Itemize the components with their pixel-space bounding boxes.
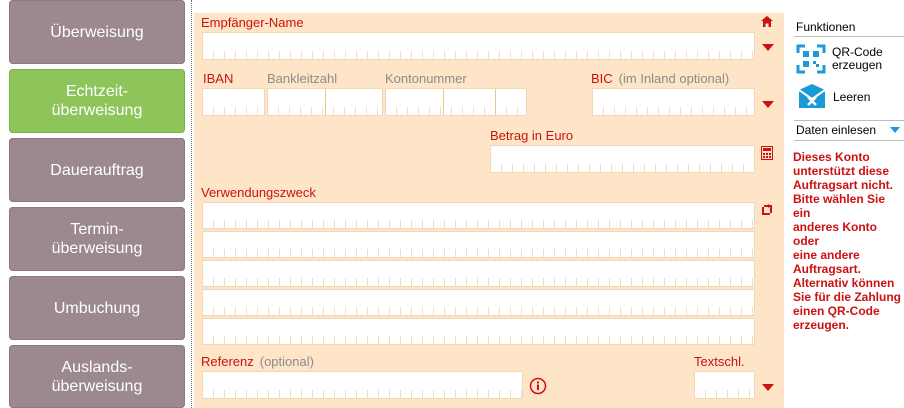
calculator-icon[interactable] bbox=[761, 146, 773, 160]
amount-label: Betrag in Euro bbox=[490, 128, 574, 143]
reference-field[interactable] bbox=[202, 371, 523, 399]
account-number-field[interactable] bbox=[385, 88, 527, 116]
bic-label: BIC (im Inland optional) bbox=[591, 71, 729, 86]
nav-button-umbuchung[interactable]: Umbuchung bbox=[9, 276, 185, 340]
account-number-label: Kontonummer bbox=[385, 71, 467, 86]
recipient-dropdown-icon[interactable] bbox=[762, 44, 774, 51]
purpose-line-3[interactable] bbox=[202, 260, 755, 287]
read-data-button[interactable]: Daten einlesen bbox=[796, 124, 876, 137]
bic-field[interactable] bbox=[592, 88, 755, 116]
bic-label-text: BIC bbox=[591, 71, 613, 86]
clear-envelope-icon[interactable] bbox=[797, 82, 827, 112]
functions-divider bbox=[794, 36, 904, 37]
account-warning-message: Dieses Konto unterstützt diese Auftragsa… bbox=[793, 150, 902, 332]
recipient-name-field[interactable] bbox=[202, 32, 755, 60]
home-icon[interactable] bbox=[760, 15, 774, 28]
swap-icon[interactable] bbox=[760, 203, 774, 217]
nav-label: Überweisung bbox=[50, 23, 144, 41]
blz-label: Bankleitzahl bbox=[267, 71, 338, 86]
nav-button-ueberweisung[interactable]: Überweisung bbox=[9, 0, 185, 64]
purpose-line-2[interactable] bbox=[202, 231, 755, 258]
iban-country-field[interactable] bbox=[202, 88, 265, 116]
reference-label: Referenz (optional) bbox=[201, 354, 314, 369]
nav-label: Auslands- überweisung bbox=[51, 358, 143, 395]
nav-label: Echtzeit- überweisung bbox=[51, 83, 143, 119]
reference-optional-hint: (optional) bbox=[259, 354, 314, 369]
iban-label: IBAN bbox=[203, 71, 234, 86]
purpose-line-1[interactable] bbox=[202, 202, 755, 229]
nav-label: Umbuchung bbox=[53, 299, 141, 317]
qr-code-button[interactable]: QR-Code erzeugen bbox=[832, 46, 883, 72]
purpose-line-4[interactable] bbox=[202, 289, 755, 316]
read-data-dropdown-icon[interactable] bbox=[890, 127, 900, 133]
nav-label: Dauerauftrag bbox=[50, 161, 144, 179]
text-key-label: Textschl. bbox=[694, 354, 745, 369]
blz-field[interactable] bbox=[267, 88, 383, 116]
clear-button[interactable]: Leeren bbox=[833, 91, 870, 104]
purpose-line-5[interactable] bbox=[202, 318, 755, 345]
nav-button-auslands-ueberweisung[interactable]: Auslands- überweisung bbox=[9, 345, 185, 408]
nav-button-echtzeit-ueberweisung[interactable]: Echtzeit- überweisung bbox=[9, 69, 185, 133]
nav-button-dauerauftrag[interactable]: Dauerauftrag bbox=[9, 138, 185, 202]
text-key-field[interactable] bbox=[694, 371, 755, 399]
amount-field[interactable] bbox=[490, 145, 755, 173]
info-icon[interactable] bbox=[529, 377, 547, 395]
bic-optional-hint: (im Inland optional) bbox=[618, 71, 730, 86]
account-separator bbox=[443, 89, 444, 115]
account-separator bbox=[495, 89, 496, 115]
transfer-form: Empfänger-Name IBAN Bankleitzahl Kontonu… bbox=[194, 13, 784, 408]
purpose-label: Verwendungszweck bbox=[201, 185, 316, 200]
functions-title: Funktionen bbox=[796, 20, 856, 34]
nav-label: Termin- überweisung bbox=[51, 221, 143, 257]
qr-code-icon[interactable] bbox=[796, 44, 826, 74]
read-data-divider bbox=[794, 120, 904, 121]
reference-label-text: Referenz bbox=[201, 354, 254, 369]
recipient-label: Empfänger-Name bbox=[201, 15, 304, 30]
nav-button-termin-ueberweisung[interactable]: Termin- überweisung bbox=[9, 207, 185, 271]
text-key-dropdown-icon[interactable] bbox=[762, 384, 774, 391]
read-data-bottom-divider bbox=[794, 140, 904, 141]
bic-dropdown-icon[interactable] bbox=[762, 101, 774, 108]
blz-separator bbox=[325, 89, 326, 115]
